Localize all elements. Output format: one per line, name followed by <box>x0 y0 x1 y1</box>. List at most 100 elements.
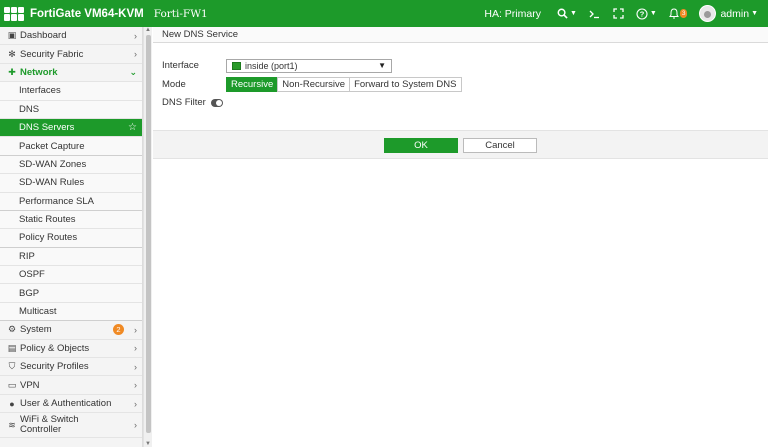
sidebar-item-label: Packet Capture <box>19 140 85 152</box>
sidebar-item-vpn[interactable]: ▭ VPN › <box>0 376 142 395</box>
sidebar-item-dns[interactable]: DNS <box>0 100 142 119</box>
mode-label: Mode <box>162 78 186 90</box>
sidebar-item-label: Network <box>20 66 58 78</box>
mode-row: Mode Recursive Non-Recursive Forward to … <box>162 76 462 93</box>
scroll-up-arrow-icon[interactable]: ▲ <box>145 27 151 33</box>
dashboard-icon: ▣ <box>7 30 17 41</box>
system-count-badge: 2 <box>113 324 124 336</box>
chevron-right-icon: › <box>134 361 137 372</box>
chevron-right-icon: › <box>134 420 137 431</box>
gear-icon: ⚙ <box>7 324 17 335</box>
product-name: FortiGate VM64-KVM <box>30 7 144 20</box>
sidebar-item-label: Performance SLA <box>19 195 94 207</box>
username: admin <box>720 7 750 20</box>
sidebar-item-security-fabric[interactable]: ✻ Security Fabric › <box>0 45 142 64</box>
scroll-down-arrow-icon[interactable]: ▼ <box>145 441 151 447</box>
notifications-button[interactable]: 3 <box>663 0 694 27</box>
sidebar-item-label: BGP <box>19 287 40 299</box>
dns-filter-toggle[interactable] <box>210 98 223 107</box>
dropdown-arrow-icon: ▼ <box>378 60 386 70</box>
shield-icon: ⛉ <box>8 361 16 372</box>
chevron-right-icon: › <box>134 398 137 409</box>
sidebar-item-ospf[interactable]: OSPF <box>0 266 142 285</box>
policy-icon: ▤ <box>7 342 17 353</box>
sidebar-item-label: SD-WAN Rules <box>19 177 85 189</box>
sidebar-scrollbar[interactable]: ▲ ▼ <box>143 27 152 447</box>
sidebar-item-dns-servers[interactable]: DNS Servers ☆ <box>0 118 142 138</box>
favorite-star-icon[interactable]: ☆ <box>128 122 137 133</box>
user-menu[interactable]: admin ▼ <box>693 5 760 22</box>
sidebar-item-sd-wan-rules[interactable]: SD-WAN Rules <box>0 174 142 193</box>
cli-icon <box>589 10 599 18</box>
sidebar: ▣ Dashboard › ✻ Security Fabric › ✚ Netw… <box>0 27 143 447</box>
sidebar-item-dashboard[interactable]: ▣ Dashboard › <box>0 27 142 46</box>
cancel-button[interactable]: Cancel <box>463 138 537 153</box>
sidebar-item-label: Dashboard <box>20 30 67 42</box>
sidebar-item-label: SD-WAN Zones <box>19 158 87 170</box>
sidebar-item-policy-routes[interactable]: Policy Routes <box>0 229 142 248</box>
interface-value: inside (port1) <box>245 60 298 71</box>
sidebar-item-label: Policy Routes <box>19 232 78 244</box>
mode-forward-system-dns-option[interactable]: Forward to System DNS <box>349 76 462 92</box>
sidebar-item-policy-objects[interactable]: ▤ Policy & Objects › <box>0 340 142 359</box>
page-title: New DNS Service <box>153 27 768 43</box>
sidebar-item-system[interactable]: ⚙ System 2 › <box>0 321 142 340</box>
sidebar-item-label: Interfaces <box>19 85 61 97</box>
sidebar-item-sd-wan-zones[interactable]: SD-WAN Zones <box>0 155 142 175</box>
sidebar-item-label: User & Authentication <box>20 398 112 409</box>
search-menu-button[interactable]: ▼ <box>551 0 583 27</box>
interface-label: Interface <box>162 60 199 71</box>
sidebar-item-label: RIP <box>19 250 35 262</box>
sidebar-item-label: DNS <box>19 103 40 115</box>
sidebar-item-network[interactable]: ✚ Network ⌄ <box>0 64 142 83</box>
hostname: Forti-FW1 <box>153 7 208 20</box>
sidebar-item-static-routes[interactable]: Static Routes <box>0 210 142 230</box>
sidebar-item-label: Security Profiles <box>20 361 89 373</box>
sidebar-item-packet-capture[interactable]: Packet Capture <box>0 137 142 156</box>
help-icon: ? <box>636 7 648 20</box>
sidebar-item-security-profiles[interactable]: ⛉ Security Profiles › <box>0 358 142 377</box>
chevron-right-icon: › <box>134 30 137 41</box>
sidebar-item-label: Security Fabric <box>20 48 84 60</box>
form-footer: OK Cancel <box>153 130 768 159</box>
scrollbar-thumb[interactable] <box>146 35 151 433</box>
sidebar-item-multicast[interactable]: Multicast <box>0 302 142 322</box>
fortinet-logo-icon <box>4 6 24 21</box>
dns-filter-row: DNS Filter <box>162 94 462 111</box>
sidebar-item-rip[interactable]: RIP <box>0 247 142 267</box>
sidebar-item-performance-sla[interactable]: Performance SLA <box>0 192 142 211</box>
chevron-right-icon: › <box>134 343 137 354</box>
interface-select[interactable]: inside (port1) ▼ <box>226 58 392 73</box>
chevron-down-icon: ⌄ <box>129 66 137 77</box>
sidebar-item-bgp[interactable]: BGP <box>0 284 142 303</box>
chevron-down-icon: ▼ <box>569 10 577 17</box>
fabric-icon: ✻ <box>8 48 16 59</box>
wifi-icon: ≋ <box>8 420 16 431</box>
mode-non-recursive-option[interactable]: Non-Recursive <box>277 76 351 92</box>
network-icon: ✚ <box>8 66 16 77</box>
mode-segmented-control: Recursive Non-Recursive Forward to Syste… <box>226 76 462 92</box>
ok-button[interactable]: OK <box>384 138 458 153</box>
sidebar-item-wifi-switch-controller[interactable]: ≋ WiFi & Switch Controller › <box>0 413 142 439</box>
sidebar-item-label: Static Routes <box>19 214 76 226</box>
bell-icon <box>668 8 679 19</box>
main-panel: New DNS Service Interface inside (port1)… <box>153 27 768 447</box>
top-bar: FortiGate VM64-KVM Forti-FW1 HA: Primary… <box>0 0 768 27</box>
user-icon: ● <box>9 398 15 409</box>
label-line-2: Controller <box>20 424 62 436</box>
sidebar-item-user-authentication[interactable]: ● User & Authentication › <box>0 395 142 414</box>
cli-console-button[interactable] <box>583 0 607 27</box>
mode-recursive-option[interactable]: Recursive <box>226 76 279 92</box>
sidebar-item-label: DNS Servers <box>19 122 75 134</box>
vpn-icon: ▭ <box>7 379 17 390</box>
ha-status[interactable]: HA: Primary <box>484 8 541 20</box>
sidebar-item-label: WiFi & Switch Controller <box>20 415 79 435</box>
fullscreen-button[interactable] <box>607 0 630 27</box>
sidebar-item-label: VPN <box>20 379 40 391</box>
sidebar-item-label: OSPF <box>19 269 45 281</box>
help-menu-button[interactable]: ? ▼ <box>630 0 663 27</box>
chevron-right-icon: › <box>134 380 137 391</box>
interface-port-icon <box>232 61 241 70</box>
sidebar-item-label: Multicast <box>19 306 57 318</box>
sidebar-item-interfaces[interactable]: Interfaces <box>0 82 142 101</box>
